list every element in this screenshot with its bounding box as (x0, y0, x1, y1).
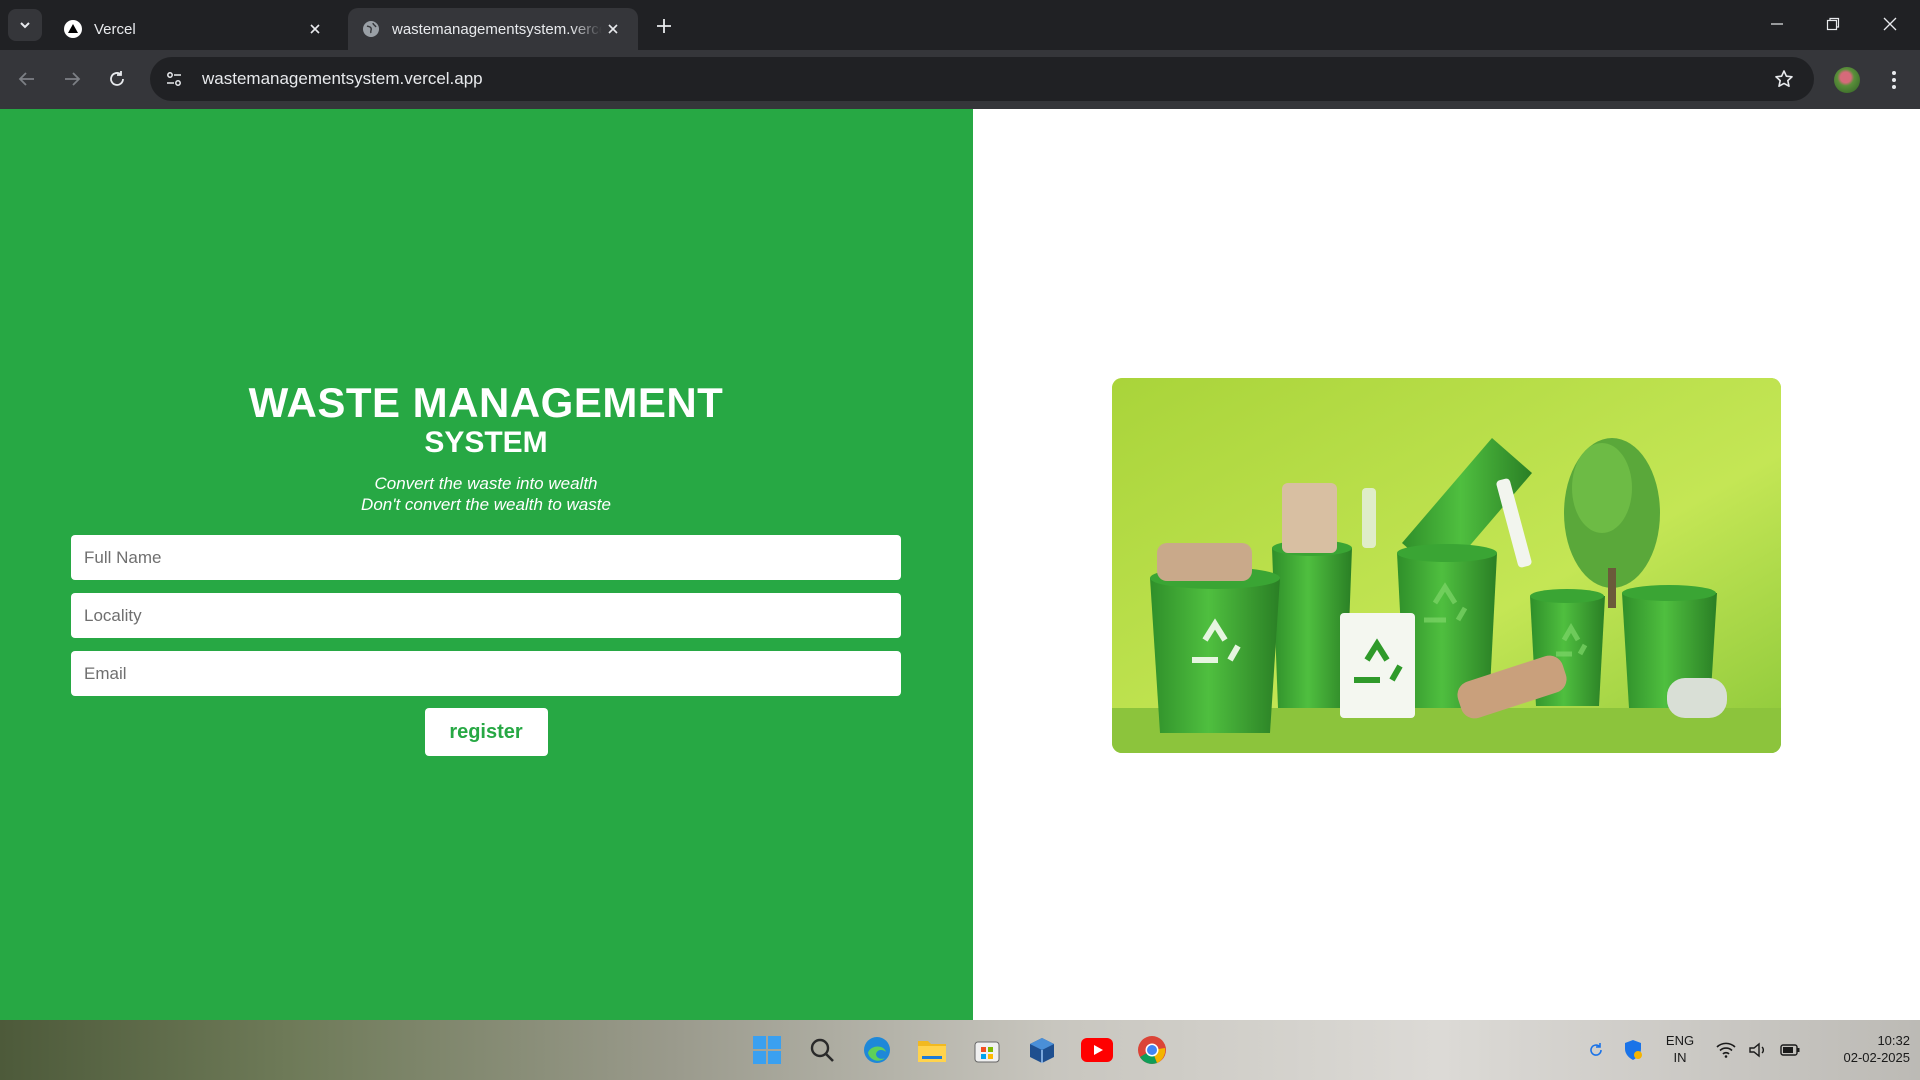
bookmark-star-icon[interactable] (1764, 59, 1804, 99)
search-icon[interactable] (804, 1032, 840, 1068)
vercel-triangle-icon (64, 20, 82, 38)
file-explorer-icon[interactable] (914, 1032, 950, 1068)
arrow-left-icon (18, 72, 34, 86)
page-viewport: WASTE MANAGEMENT SYSTEM Convert the wast… (0, 109, 1920, 1020)
language-indicator[interactable]: ENG IN (1660, 1032, 1700, 1066)
reload-button[interactable] (100, 62, 134, 96)
email-input[interactable] (71, 651, 901, 696)
tab-vercel[interactable]: Vercel (50, 8, 340, 50)
globe-icon (362, 20, 380, 38)
tab-waste-management[interactable]: wastemanagementsystem.vercel.app (348, 8, 638, 50)
site-info-icon[interactable] (154, 59, 194, 99)
chevron-down-icon (20, 22, 30, 29)
reload-icon (110, 71, 124, 86)
close-window-button[interactable] (1862, 0, 1918, 48)
url-text[interactable]: wastemanagementsystem.vercel.app (202, 69, 1764, 89)
new-tab-button[interactable] (650, 12, 678, 40)
tagline-line-2: Don't convert the wealth to waste (361, 495, 611, 514)
region-code: IN (1673, 1050, 1687, 1065)
store-icon[interactable] (969, 1032, 1005, 1068)
sync-icon[interactable] (1580, 1034, 1612, 1066)
close-icon (1883, 17, 1897, 31)
tagline-line-1: Convert the waste into wealth (374, 474, 598, 493)
page-title: WASTE MANAGEMENT (248, 379, 724, 426)
tab-search-button[interactable] (8, 9, 42, 41)
minimize-icon (1771, 23, 1783, 25)
minimize-button[interactable] (1749, 0, 1805, 48)
tab-title: Vercel (94, 20, 136, 38)
recycling-bins-image (1112, 378, 1781, 753)
edge-icon[interactable] (859, 1032, 895, 1068)
security-shield-icon[interactable] (1617, 1034, 1649, 1066)
tab-title: wastemanagementsystem.vercel.app (392, 20, 602, 38)
clock-time: 10:32 (1877, 1033, 1910, 1048)
clock-date: 02-02-2025 (1843, 1050, 1911, 1065)
clock[interactable]: 10:32 02-02-2025 (1810, 1032, 1911, 1066)
locality-input[interactable] (71, 593, 901, 638)
volume-icon[interactable] (1742, 1034, 1774, 1066)
youtube-icon[interactable] (1079, 1032, 1115, 1068)
language-code: ENG (1665, 1033, 1695, 1048)
more-vertical-icon (1892, 71, 1896, 89)
browser-tab-strip: Vercel wastemanagementsystem.vercel.app (0, 0, 1920, 50)
windows-taskbar: ENG IN 10:32 02-02-2025 (0, 1020, 1920, 1080)
windows-start-icon[interactable] (749, 1032, 785, 1068)
browser-toolbar: wastemanagementsystem.vercel.app (0, 50, 1920, 109)
profile-avatar[interactable] (1834, 67, 1860, 93)
registration-form: WASTE MANAGEMENT SYSTEM Convert the wast… (71, 381, 901, 756)
arrow-right-icon (65, 72, 81, 86)
virtualbox-icon[interactable] (1024, 1032, 1060, 1068)
close-tab-icon[interactable] (304, 18, 326, 40)
register-button[interactable]: register (424, 708, 548, 756)
browser-menu-button[interactable] (1878, 64, 1910, 96)
restore-button[interactable] (1805, 0, 1861, 48)
restore-icon (1826, 17, 1840, 31)
address-bar[interactable]: wastemanagementsystem.vercel.app (150, 57, 1814, 101)
chrome-icon[interactable] (1134, 1032, 1170, 1068)
forward-button[interactable] (55, 62, 89, 96)
close-tab-icon[interactable] (602, 18, 624, 40)
full-name-input[interactable] (71, 535, 901, 580)
back-button[interactable] (10, 62, 44, 96)
plus-icon (657, 19, 671, 33)
registration-panel: WASTE MANAGEMENT SYSTEM Convert the wast… (0, 109, 973, 1020)
page-subtitle: SYSTEM (424, 426, 548, 459)
wifi-icon[interactable] (1710, 1034, 1742, 1066)
battery-icon[interactable] (1774, 1034, 1806, 1066)
